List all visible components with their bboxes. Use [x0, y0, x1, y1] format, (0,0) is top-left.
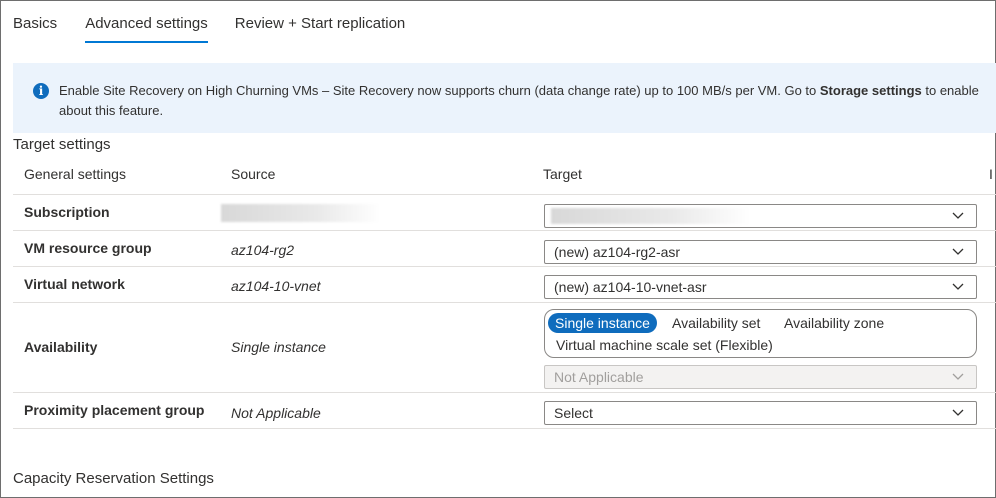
- source-vm-resource-group: az104-rg2: [231, 242, 295, 258]
- chevron-down-icon: [952, 409, 964, 416]
- row-label-subscription: Subscription: [24, 204, 110, 220]
- vm-resource-group-dropdown[interactable]: (new) az104-rg2-asr: [544, 240, 977, 264]
- row-divider: [13, 302, 996, 303]
- chevron-down-icon: [952, 373, 964, 380]
- proximity-placement-group-dropdown[interactable]: Select: [544, 401, 977, 425]
- row-divider: [13, 266, 996, 267]
- column-header-source: Source: [231, 166, 276, 182]
- row-divider: [13, 428, 996, 429]
- tab-advanced-settings[interactable]: Advanced settings: [85, 1, 208, 43]
- column-header-target: Target: [543, 166, 582, 182]
- storage-settings-link[interactable]: Storage settings: [820, 83, 922, 98]
- source-virtual-network: az104-10-vnet: [231, 278, 321, 294]
- info-icon: i: [33, 83, 49, 99]
- availability-option-availability-zone[interactable]: Availability zone: [777, 313, 891, 333]
- subscription-dropdown[interactable]: [544, 204, 977, 228]
- redacted-subscription-source: [221, 204, 381, 222]
- capacity-reservation-settings-title: Capacity Reservation Settings: [13, 470, 214, 487]
- availability-option-availability-set[interactable]: Availability set: [665, 313, 767, 333]
- row-label-virtual-network: Virtual network: [24, 276, 125, 292]
- target-settings-title: Target settings: [13, 136, 111, 153]
- tab-review-start-replication[interactable]: Review + Start replication: [235, 1, 406, 43]
- availability-secondary-dropdown[interactable]: Not Applicable: [544, 365, 977, 389]
- chevron-down-icon: [952, 212, 964, 219]
- column-header-truncated: I: [989, 166, 993, 182]
- row-divider: [13, 230, 996, 231]
- row-label-vm-resource-group: VM resource group: [24, 240, 152, 256]
- availability-option-single-instance[interactable]: Single instance: [548, 313, 657, 333]
- column-header-general: General settings: [24, 166, 126, 182]
- row-label-availability: Availability: [24, 339, 98, 355]
- source-availability: Single instance: [231, 339, 326, 355]
- row-divider: [13, 392, 996, 393]
- info-banner: i Enable Site Recovery on High Churning …: [13, 63, 996, 133]
- availability-options-group: Single instance Availability set Availab…: [544, 309, 977, 358]
- tab-basics[interactable]: Basics: [13, 1, 57, 43]
- redacted-subscription-target: [551, 208, 751, 224]
- source-proximity-placement-group: Not Applicable: [231, 405, 321, 421]
- chevron-down-icon: [952, 283, 964, 290]
- row-divider: [13, 194, 996, 195]
- availability-option-vmss-flexible[interactable]: Virtual machine scale set (Flexible): [549, 335, 780, 355]
- info-banner-message: Enable Site Recovery on High Churning VM…: [59, 83, 979, 118]
- virtual-network-dropdown[interactable]: (new) az104-10-vnet-asr: [544, 275, 977, 299]
- chevron-down-icon: [952, 248, 964, 255]
- row-label-proximity-placement-group: Proximity placement group: [24, 402, 205, 418]
- wizard-tabs: Basics Advanced settings Review + Start …: [13, 1, 405, 43]
